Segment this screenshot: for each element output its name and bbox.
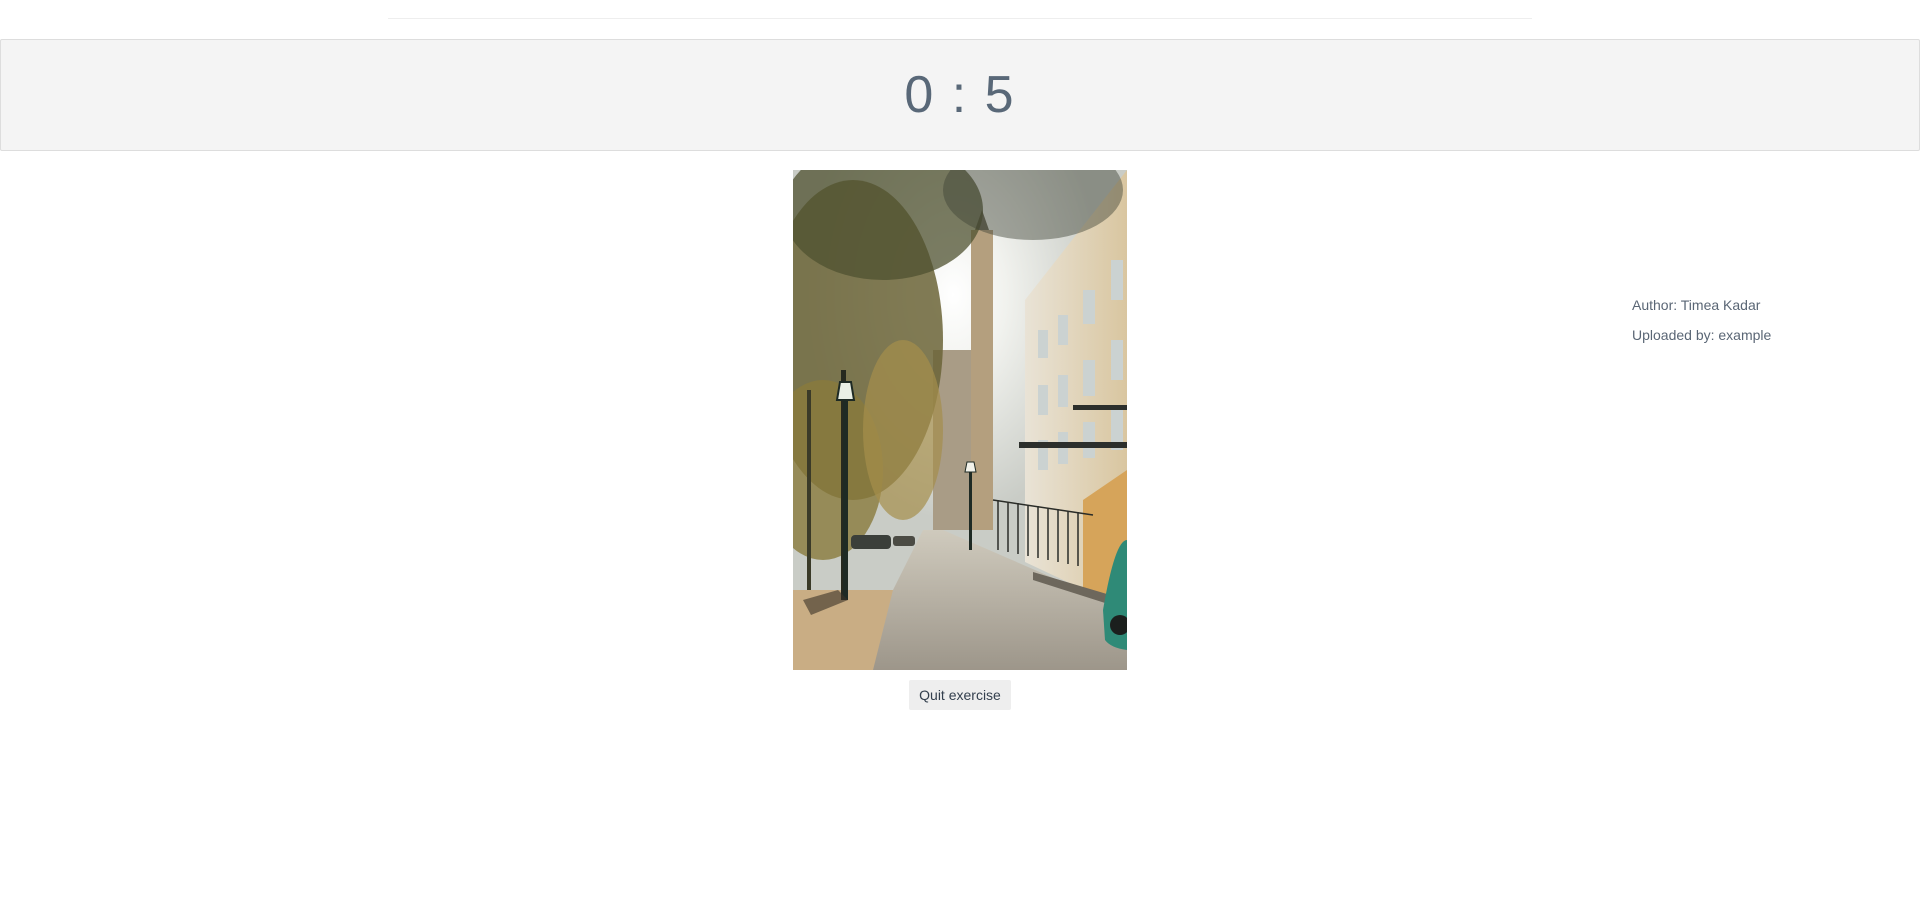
quit-exercise-button[interactable]: Quit exercise <box>909 680 1011 710</box>
author-label: Author: Timea Kadar <box>1632 297 1761 313</box>
uploaded-by-label: Uploaded by: example <box>1632 327 1772 343</box>
countdown-timer: 0 : 5 <box>904 66 1016 124</box>
top-divider <box>388 18 1532 19</box>
photo-info: Author: Timea Kadar Uploaded by: example <box>1632 290 1771 350</box>
timer-panel: 0 : 5 <box>0 39 1920 151</box>
exercise-photo <box>793 170 1127 670</box>
